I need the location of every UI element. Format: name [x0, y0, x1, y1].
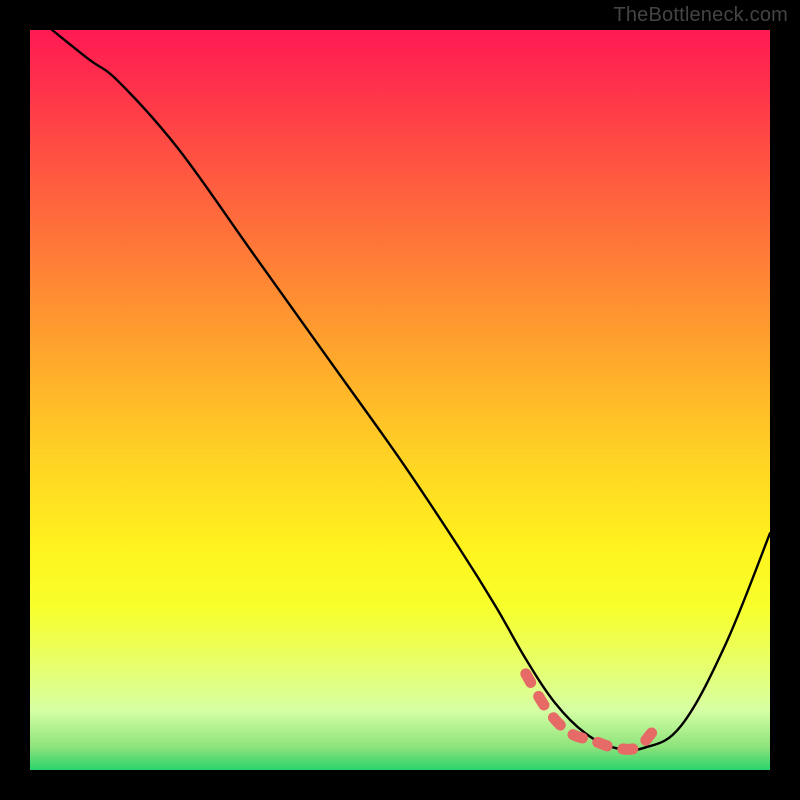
curve-layer	[30, 30, 770, 770]
plot-area	[30, 30, 770, 770]
watermark-text: TheBottleneck.com	[613, 4, 788, 27]
optimal-zone-path	[526, 674, 652, 750]
chart-stage: TheBottleneck.com	[0, 0, 800, 800]
bottleneck-curve-path	[52, 30, 770, 750]
